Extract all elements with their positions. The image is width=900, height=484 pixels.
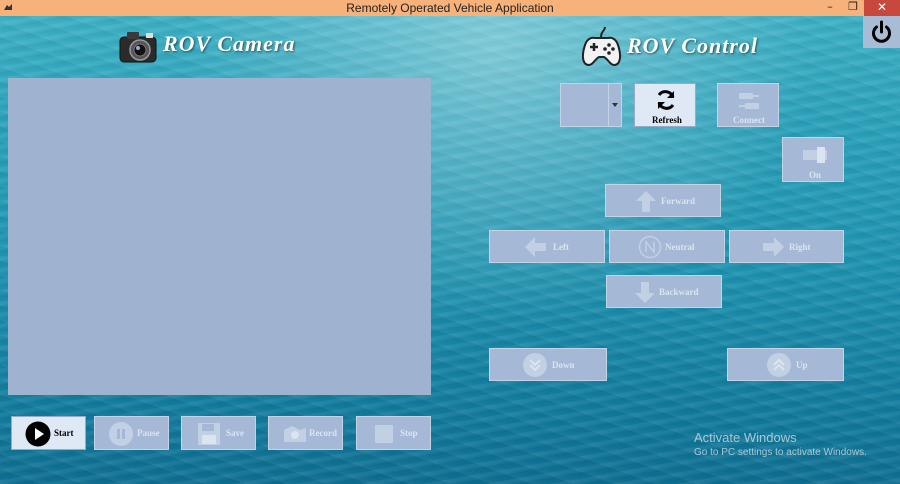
- record-icon: [284, 426, 306, 442]
- power-icon: [872, 20, 891, 43]
- left-button[interactable]: Left: [489, 230, 605, 263]
- neutral-button[interactable]: Neutral: [609, 230, 725, 263]
- port-select[interactable]: [560, 83, 622, 127]
- stop-button[interactable]: Stop: [356, 416, 431, 450]
- arrow-right-icon: [763, 237, 784, 257]
- control-heading: ROV Control: [627, 33, 759, 58]
- gamepad-icon: [581, 26, 622, 67]
- maximize-button[interactable]: ❐: [843, 0, 863, 16]
- camera-video-panel: [8, 78, 431, 395]
- start-button[interactable]: Start: [11, 416, 86, 450]
- camera-icon: [119, 32, 157, 63]
- on-button[interactable]: On: [782, 137, 844, 182]
- arrow-left-icon: [525, 237, 546, 257]
- window-title: Remotely Operated Vehicle Application: [346, 1, 554, 15]
- title-bar: Remotely Operated Vehicle Application – …: [0, 0, 900, 16]
- play-icon: [25, 421, 51, 447]
- arrow-up-icon: [636, 191, 656, 212]
- activation-watermark-subtitle: Go to PC settings to activate Windows.: [694, 447, 867, 458]
- pause-button[interactable]: Pause: [94, 416, 169, 450]
- save-button[interactable]: Save: [181, 416, 256, 450]
- double-chevron-up-icon: [767, 353, 791, 377]
- neutral-icon: [638, 235, 662, 259]
- right-button[interactable]: Right: [729, 230, 844, 263]
- connect-button[interactable]: Connect: [717, 83, 779, 127]
- arrow-down-icon: [635, 282, 655, 303]
- double-chevron-down-icon: [523, 353, 547, 377]
- forward-button[interactable]: Forward: [605, 184, 721, 217]
- record-button[interactable]: Record: [268, 416, 343, 450]
- activation-watermark-title: Activate Windows: [694, 430, 797, 445]
- refresh-icon: [657, 90, 675, 110]
- close-button[interactable]: ✕: [864, 0, 900, 16]
- up-button[interactable]: Up: [727, 348, 844, 381]
- power-button[interactable]: [863, 16, 900, 48]
- stop-icon: [375, 425, 393, 443]
- down-button[interactable]: Down: [489, 348, 607, 381]
- connect-icon: [739, 93, 759, 109]
- save-icon: [198, 423, 220, 445]
- camera-heading: ROV Camera: [163, 31, 296, 56]
- chevron-down-icon: [612, 103, 618, 107]
- pause-icon: [109, 422, 133, 446]
- refresh-button[interactable]: Refresh: [634, 83, 696, 127]
- toggle-icon: [803, 147, 827, 163]
- minimize-button[interactable]: –: [820, 0, 840, 16]
- backward-button[interactable]: Backward: [606, 275, 722, 308]
